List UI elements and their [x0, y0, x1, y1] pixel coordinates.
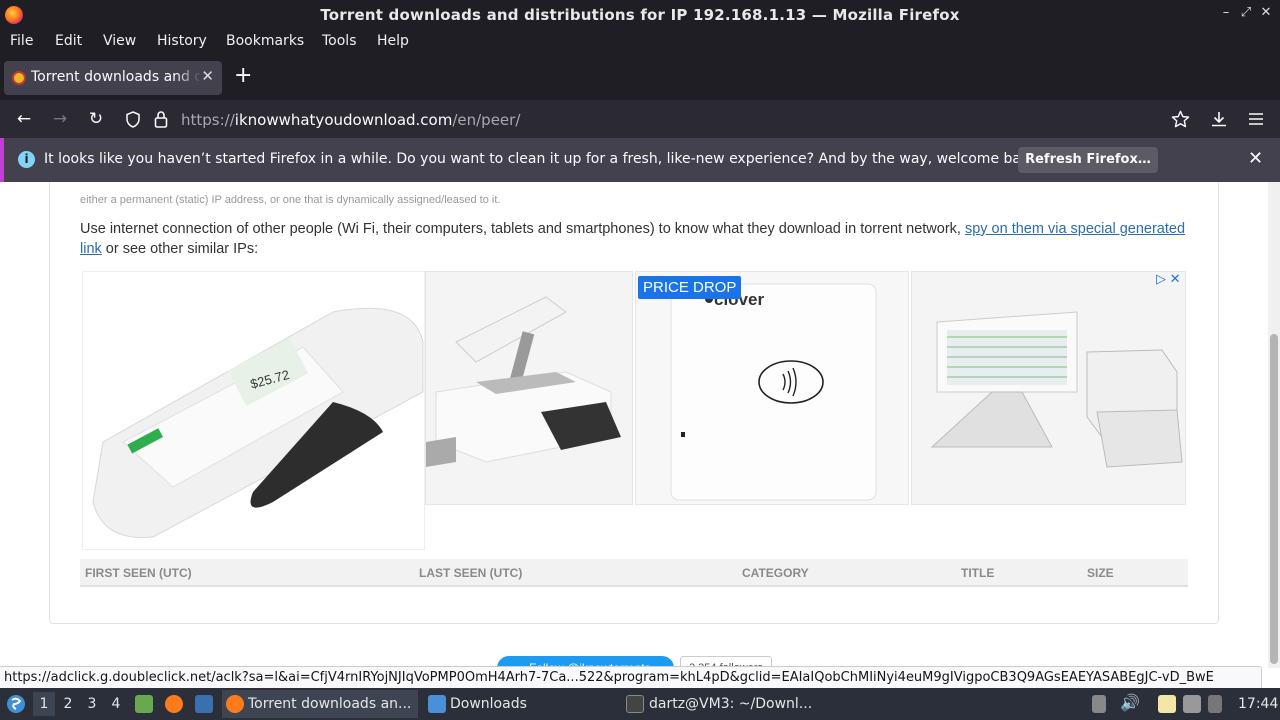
col-last-seen[interactable]: LAST SEEN (UTC) — [419, 566, 522, 580]
desktop-launcher-icon[interactable] — [195, 695, 213, 713]
refresh-firefox-button[interactable]: Refresh Firefox… — [1018, 147, 1158, 173]
tab-close-icon[interactable]: ✕ — [201, 67, 214, 85]
battery-icon[interactable] — [1092, 695, 1106, 713]
menu-help[interactable]: Help — [377, 33, 409, 49]
workspace-4[interactable]: 4 — [105, 692, 127, 716]
clipboard-icon[interactable] — [1158, 695, 1176, 713]
lock-icon[interactable] — [154, 110, 168, 128]
clock: 17:44 — [1238, 696, 1279, 712]
link-status-url: https://adclick.g.doubleclick.net/aclk?s… — [0, 666, 1262, 688]
menu-file[interactable]: File — [10, 33, 33, 49]
scrollbar-thumb[interactable] — [1270, 334, 1278, 664]
task-downloads-label[interactable]: Downloads — [450, 696, 527, 712]
menu-history[interactable]: History — [157, 33, 207, 49]
menu-edit[interactable]: Edit — [55, 33, 82, 49]
workspace-2[interactable]: 2 — [57, 692, 79, 716]
page-content: either a permanent (static) IP address, … — [0, 182, 1268, 668]
new-tab-button[interactable]: + — [234, 65, 252, 87]
info-icon: i — [18, 151, 35, 168]
forward-icon[interactable]: → — [49, 108, 71, 130]
page-scrollbar[interactable] — [1268, 182, 1280, 668]
ip-description-text: either a permanent (static) IP address, … — [80, 194, 501, 206]
price-drop-badge[interactable]: PRICE DROP — [638, 276, 742, 299]
close-window-button[interactable]: ✕ — [1258, 5, 1274, 23]
tab-strip: Torrent downloads and distributions for … — [0, 56, 1280, 100]
minimize-button[interactable]: – — [1218, 5, 1234, 23]
task-firefox[interactable]: Torrent downloads an... — [222, 690, 418, 718]
firefox-task-icon — [226, 695, 244, 713]
network-icon[interactable] — [1208, 695, 1222, 713]
col-category[interactable]: CATEGORY — [742, 566, 809, 580]
results-table-header: FIRST SEEN (UTC) LAST SEEN (UTC) CATEGOR… — [80, 559, 1188, 587]
site-favicon-icon — [12, 71, 26, 85]
window-title: Torrent downloads and distributions for … — [320, 6, 960, 24]
url-bar[interactable]: https://iknowwhatyoudownload.com/en/peer… — [118, 103, 1208, 135]
col-title[interactable]: TITLE — [961, 566, 994, 580]
url-text[interactable]: https://iknowwhatyoudownload.com/en/peer… — [181, 111, 520, 129]
ad-image-reader[interactable]: clover — [635, 271, 909, 505]
hamburger-menu-icon[interactable] — [1248, 111, 1264, 127]
col-first-seen[interactable]: FIRST SEEN (UTC) — [85, 566, 192, 580]
firefox-launcher-icon[interactable] — [165, 695, 183, 713]
tab-label: Torrent downloads and distributions for … — [31, 69, 201, 85]
task-terminal-label[interactable]: dartz@VM3: ~/Downl... — [649, 696, 812, 712]
notification-close-icon[interactable]: ✕ — [1248, 148, 1263, 169]
ad-image-station[interactable] — [425, 271, 633, 505]
maximize-button[interactable]: ⤢ — [1238, 5, 1254, 23]
workspace-3[interactable]: 3 — [81, 692, 103, 716]
ad-choices-icon[interactable]: ▷ ✕ — [1156, 271, 1181, 287]
navigation-toolbar: ← → ↻ https://iknowwhatyoudownload.com/e… — [0, 100, 1280, 138]
tab-active[interactable]: Torrent downloads and distributions for … — [4, 61, 222, 95]
display-icon[interactable] — [1183, 695, 1201, 713]
window-titlebar: Torrent downloads and distributions for … — [0, 0, 1280, 30]
notification-message: It looks like you haven’t started Firefo… — [44, 151, 1043, 167]
ad-image-handheld[interactable]: $25.72 — [82, 271, 425, 550]
file-manager-launcher-icon[interactable] — [135, 695, 153, 713]
advertisement[interactable]: $25.72 clover PRICE DROP ▷ ✕ — [80, 271, 1188, 551]
tracking-protection-shield-icon[interactable] — [125, 111, 141, 128]
menu-bookmarks[interactable]: Bookmarks — [226, 33, 304, 49]
task-firefox-label: Torrent downloads an... — [248, 696, 412, 712]
back-icon[interactable]: ← — [13, 108, 35, 130]
refresh-firefox-notification: i It looks like you haven’t started Fire… — [0, 138, 1280, 182]
terminal-task-icon[interactable] — [626, 695, 644, 713]
start-menu-icon[interactable] — [6, 694, 26, 714]
reload-icon[interactable]: ↻ — [85, 108, 107, 130]
menu-view[interactable]: View — [103, 33, 136, 49]
col-size[interactable]: SIZE — [1087, 566, 1114, 580]
workspace-1[interactable]: 1 — [33, 692, 55, 716]
bookmark-star-icon[interactable] — [1171, 110, 1190, 128]
folder-task-icon[interactable] — [428, 695, 446, 713]
ad-image-duo[interactable] — [911, 271, 1186, 505]
menu-tools[interactable]: Tools — [322, 33, 357, 49]
taskbar: 1 2 3 4 Torrent downloads an... Download… — [0, 688, 1280, 720]
volume-icon[interactable]: 🔊 — [1120, 693, 1140, 712]
menu-bar: File Edit View History Bookmarks Tools H… — [0, 30, 1280, 56]
downloads-icon[interactable] — [1210, 110, 1228, 128]
intro-paragraph: Use internet connection of other people … — [80, 221, 1186, 257]
